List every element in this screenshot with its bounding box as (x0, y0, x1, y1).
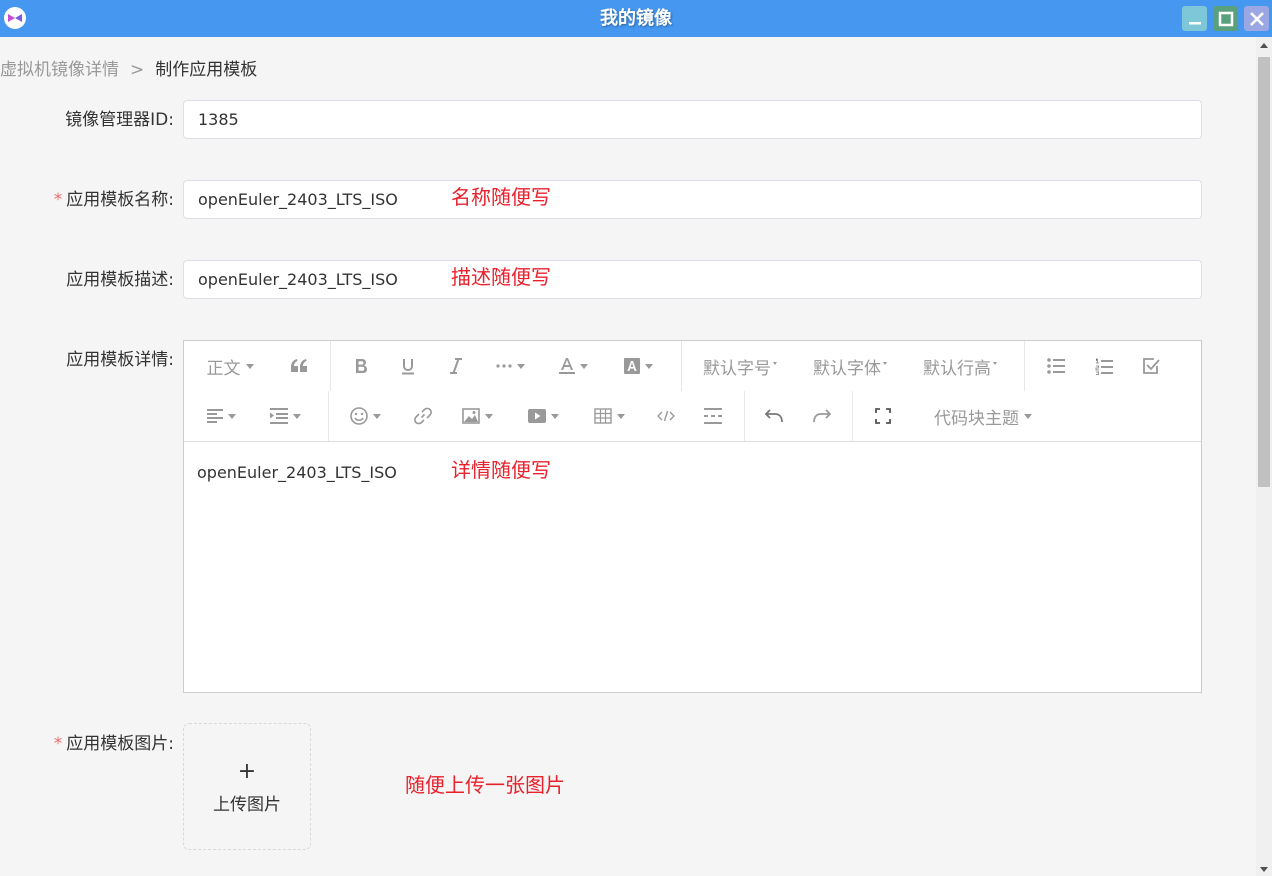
vertical-scrollbar[interactable] (1256, 37, 1272, 876)
bg-color-icon[interactable] (617, 341, 659, 391)
scroll-thumb[interactable] (1258, 57, 1270, 487)
indent-icon[interactable] (264, 391, 306, 441)
upload-label: 上传图片 (213, 795, 281, 815)
bullet-list-icon[interactable] (1039, 341, 1073, 391)
fullscreen-icon[interactable] (866, 391, 900, 441)
toolbar-divider (744, 391, 745, 441)
font-family-select[interactable]: 默认字体 (809, 341, 891, 391)
font-size-select[interactable]: 默认字号 (699, 341, 781, 391)
required-mark: * (53, 734, 63, 754)
link-icon[interactable] (406, 391, 440, 441)
window-title: 我的镜像 (600, 8, 672, 29)
template-image-annotation: 随便上传一张图片 (405, 773, 565, 797)
required-mark: * (53, 190, 63, 210)
manager-id-label: 镜像管理器ID: (65, 110, 174, 130)
scroll-up-icon[interactable] (1260, 43, 1268, 48)
template-detail-label: 应用模板详情: (66, 350, 174, 370)
template-desc-annotation: 描述随便写 (451, 265, 551, 289)
image-icon[interactable] (456, 391, 498, 441)
align-icon[interactable] (200, 391, 242, 441)
video-icon[interactable] (522, 391, 564, 441)
template-detail-annotation: 详情随便写 (451, 458, 551, 482)
line-height-select[interactable]: 默认行高 (919, 341, 1001, 391)
scroll-down-icon[interactable] (1260, 867, 1268, 872)
divider-icon[interactable] (696, 391, 730, 441)
editor-content[interactable]: openEuler_2403_LTS_ISO (197, 463, 397, 482)
redo-icon[interactable] (805, 391, 839, 441)
breadcrumb-current: 制作应用模板 (155, 60, 258, 80)
todo-icon[interactable] (1134, 341, 1168, 391)
close-button[interactable] (1244, 6, 1269, 31)
font-color-icon[interactable] (552, 341, 594, 391)
table-icon[interactable] (588, 391, 630, 441)
paragraph-select[interactable]: 正文 (200, 341, 260, 391)
italic-icon[interactable] (439, 341, 473, 391)
more-icon[interactable] (489, 341, 531, 391)
template-desc-input[interactable]: openEuler_2403_LTS_ISO (183, 260, 1202, 299)
manager-id-input[interactable]: 1385 (183, 100, 1202, 139)
toolbar-divider (1024, 341, 1025, 391)
code-theme-select[interactable]: 代码块主题 (928, 391, 1038, 441)
numbered-list-icon[interactable] (1087, 341, 1121, 391)
code-icon[interactable] (649, 391, 683, 441)
rich-text-editor: 正文 默认字号 默认字体 默认行高 代码块主题 openEuler_2403_L… (183, 340, 1202, 693)
breadcrumb-separator: > (130, 60, 145, 80)
plus-icon: + (237, 759, 257, 784)
underline-icon[interactable] (391, 341, 425, 391)
template-name-input[interactable]: openEuler_2403_LTS_ISO (183, 180, 1202, 219)
title-bar: 我的镜像 (0, 0, 1272, 37)
toolbar-divider (852, 391, 853, 441)
image-upload-button[interactable]: + 上传图片 (183, 723, 311, 850)
breadcrumb-parent-link[interactable]: 虚拟机镜像详情 (0, 60, 119, 80)
minimize-button[interactable] (1182, 6, 1207, 31)
template-name-annotation: 名称随便写 (451, 185, 551, 209)
toolbar-divider (328, 391, 329, 441)
toolbar-divider (330, 341, 331, 391)
maximize-button[interactable] (1213, 6, 1238, 31)
toolbar-divider (681, 341, 682, 391)
undo-icon[interactable] (757, 391, 791, 441)
breadcrumb: 虚拟机镜像详情 > 制作应用模板 (0, 58, 257, 82)
quote-icon[interactable] (282, 341, 316, 391)
emoji-icon[interactable] (344, 391, 386, 441)
template-image-label: * 应用模板图片: (53, 734, 174, 754)
bold-icon[interactable] (344, 341, 378, 391)
template-desc-label: 应用模板描述: (66, 270, 174, 290)
editor-toolbar: 正文 默认字号 默认字体 默认行高 代码块主题 (184, 341, 1201, 442)
template-name-label: * 应用模板名称: (53, 190, 174, 210)
